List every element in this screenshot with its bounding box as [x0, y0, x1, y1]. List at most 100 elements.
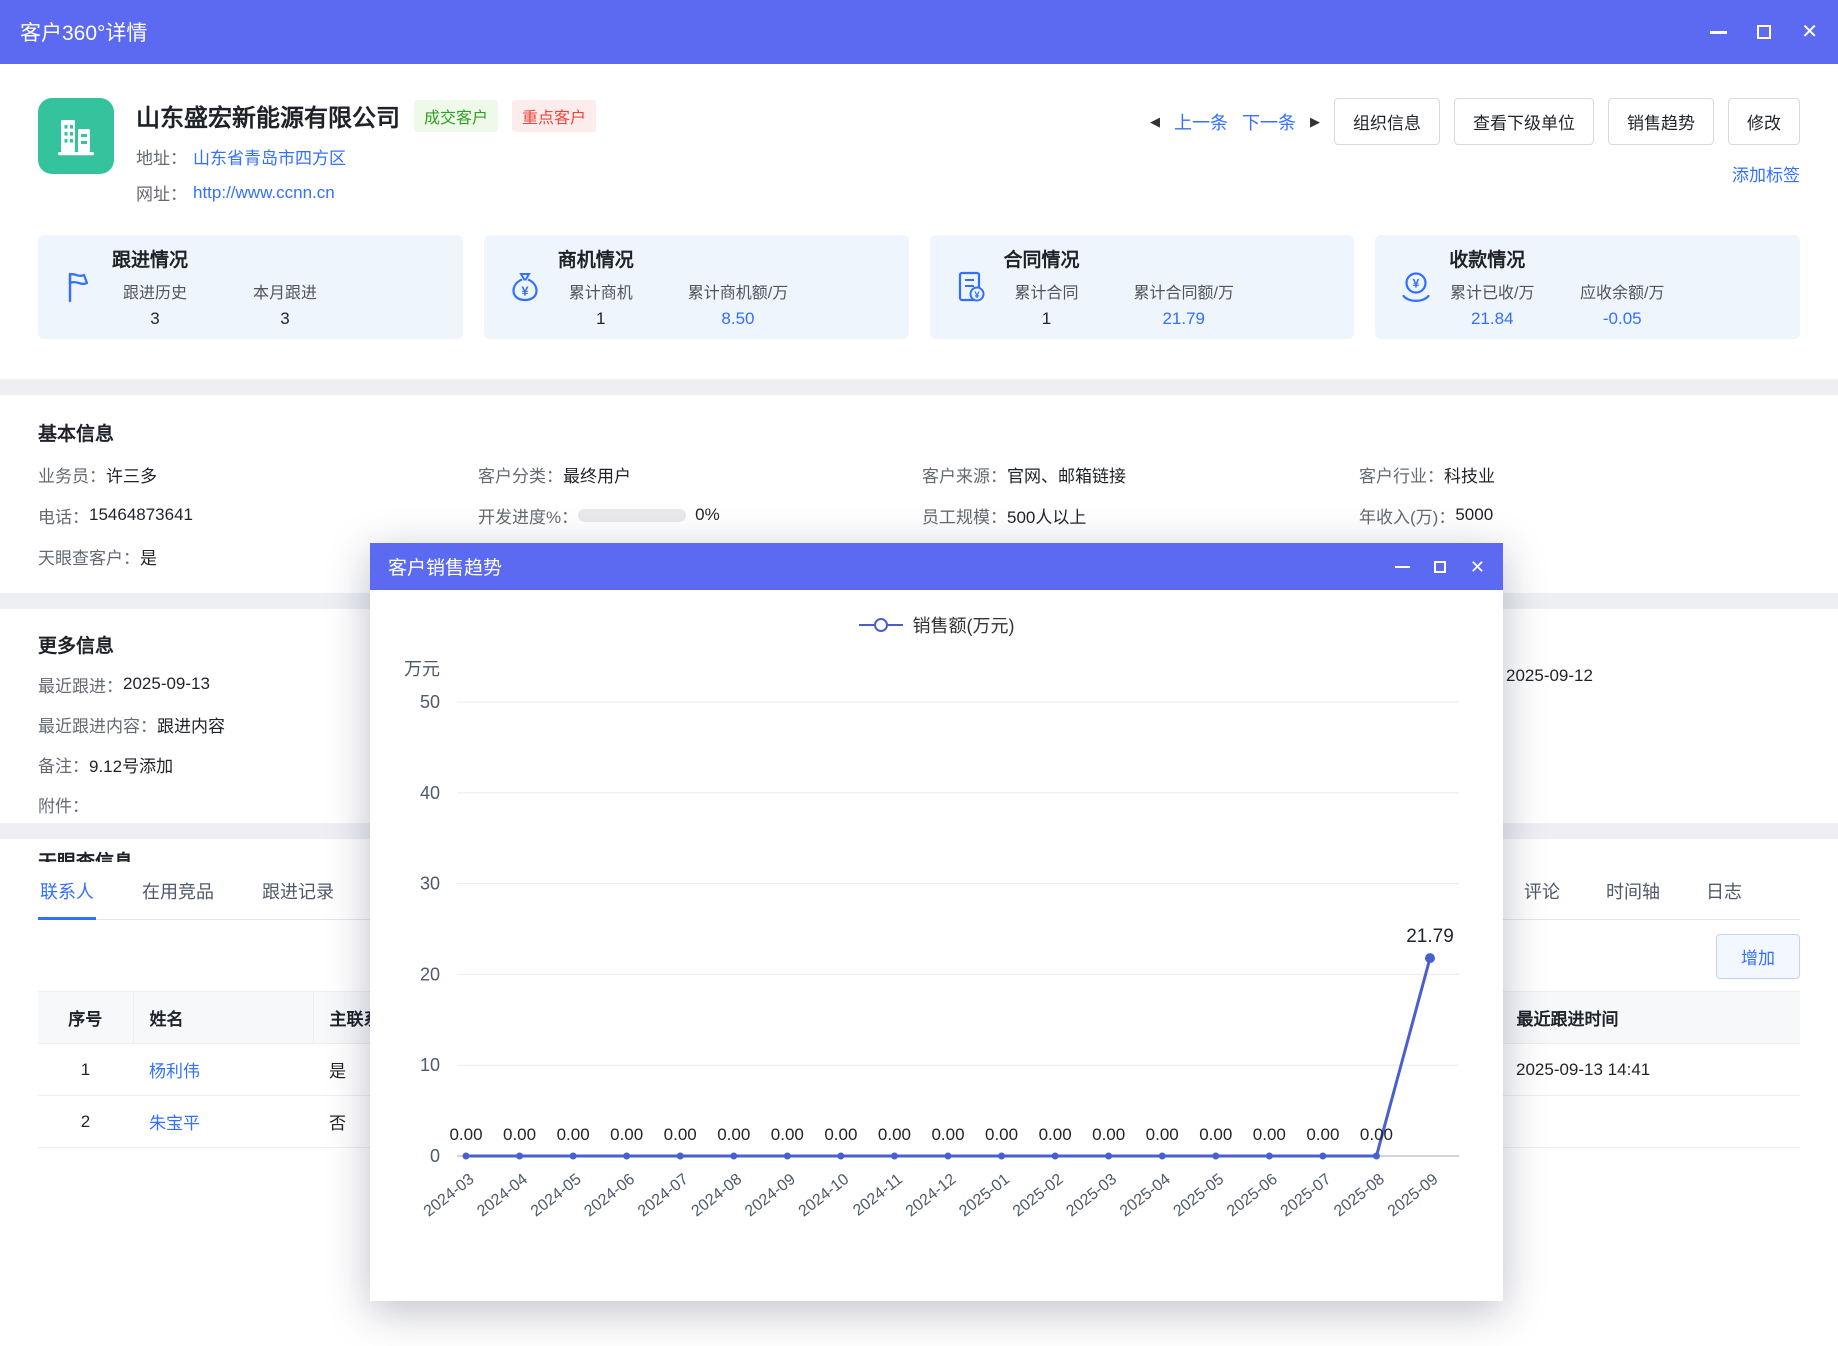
field-value: 5000	[1455, 505, 1493, 525]
svg-text:0.00: 0.00	[1306, 1125, 1339, 1144]
svg-text:2025-03: 2025-03	[1063, 1171, 1120, 1221]
svg-text:40: 40	[420, 783, 440, 803]
svg-text:0.00: 0.00	[449, 1125, 482, 1144]
field-category: 客户分类：最终用户	[478, 463, 922, 485]
stat-label: 跟进历史	[123, 279, 187, 303]
address-link[interactable]: 山东省青岛市四方区	[193, 144, 346, 169]
svg-text:2025-01: 2025-01	[956, 1171, 1013, 1221]
svg-text:21.79: 21.79	[1406, 926, 1454, 947]
cell-last-followup-time: 2025-09-13 14:41	[1500, 1044, 1800, 1096]
field-value: 官网、邮箱链接	[1007, 462, 1126, 487]
sales-trend-button[interactable]: 销售趋势	[1608, 98, 1714, 145]
svg-text:2025-06: 2025-06	[1224, 1171, 1281, 1221]
stat-label: 本月跟进	[253, 279, 317, 303]
svg-text:2025-04: 2025-04	[1117, 1171, 1174, 1221]
tab-comments[interactable]: 评论	[1522, 878, 1562, 919]
payment-stat-card: ¥ 收款情况 累计已收/万 21.84 应收余额/万 -0.05	[1375, 235, 1800, 339]
svg-text:50: 50	[420, 692, 440, 712]
field-label: 客户分类：	[478, 462, 563, 487]
contact-name-link[interactable]: 朱宝平	[149, 1114, 200, 1133]
website-link[interactable]: http://www.ccnn.cn	[193, 183, 335, 203]
field-value: 0%	[695, 505, 720, 525]
edit-button[interactable]: 修改	[1728, 98, 1800, 145]
field-value: 15464873641	[89, 505, 193, 525]
modal-maximize-icon[interactable]	[1434, 561, 1446, 573]
opportunity-stat-card: ¥ 商机情况 累计商机 1 累计商机额/万 8.50	[484, 235, 909, 339]
window-title: 客户360°详情	[20, 17, 147, 47]
org-info-button[interactable]: 组织信息	[1334, 98, 1440, 145]
col-name: 姓名	[133, 992, 313, 1044]
modal-body: 销售额(万元) 万元010203040502024-032024-042024-…	[370, 590, 1503, 1301]
field-label: 电话：	[38, 503, 89, 528]
stat-title: 商机情况	[558, 245, 788, 272]
stat-cards-row: 跟进情况 跟进历史 3 本月跟进 3 ¥	[38, 235, 1800, 339]
window-titlebar: 客户360°详情 ✕	[0, 0, 1838, 64]
contact-name-link[interactable]: 杨利伟	[149, 1062, 200, 1081]
stat-value: 1	[1042, 309, 1051, 329]
col-index: 序号	[38, 992, 133, 1044]
modal-close-icon[interactable]: ✕	[1470, 558, 1485, 576]
tabs-right-group: 录 评论 时间轴 日志	[1458, 878, 1800, 919]
svg-text:2024-04: 2024-04	[474, 1171, 531, 1221]
prev-record-link[interactable]: 上一条	[1174, 109, 1228, 135]
svg-text:0.00: 0.00	[1199, 1125, 1232, 1144]
svg-text:2024-06: 2024-06	[581, 1171, 638, 1221]
stat-item: 累计合同额/万 21.79	[1134, 279, 1234, 329]
company-header-section: 山东盛宏新能源有限公司 成交客户 重点客户 地址： 山东省青岛市四方区 网址： …	[0, 64, 1838, 379]
svg-text:0.00: 0.00	[931, 1125, 964, 1144]
add-tag-link[interactable]: 添加标签	[1732, 161, 1800, 186]
svg-text:¥: ¥	[974, 290, 980, 301]
modal-titlebar[interactable]: 客户销售趋势 ✕	[370, 543, 1503, 590]
stat-title: 跟进情况	[112, 245, 328, 272]
svg-text:2025-05: 2025-05	[1171, 1171, 1228, 1221]
svg-text:0.00: 0.00	[503, 1125, 536, 1144]
cell-index: 2	[38, 1096, 133, 1148]
building-icon	[38, 98, 114, 174]
svg-text:10: 10	[420, 1055, 440, 1075]
stat-value: 21.84	[1471, 309, 1514, 329]
svg-text:¥: ¥	[1413, 277, 1420, 291]
svg-text:0.00: 0.00	[557, 1125, 590, 1144]
svg-text:2025-07: 2025-07	[1278, 1171, 1335, 1221]
svg-text:2025-08: 2025-08	[1331, 1171, 1388, 1221]
svg-text:2024-03: 2024-03	[421, 1171, 478, 1221]
minimize-icon[interactable]	[1710, 31, 1727, 34]
svg-text:0.00: 0.00	[878, 1125, 911, 1144]
field-value: 科技业	[1444, 462, 1495, 487]
field-value: 500人以上	[1007, 503, 1086, 528]
modal-minimize-icon[interactable]	[1395, 566, 1410, 568]
field-label: 开发进度%：	[478, 503, 578, 528]
tab-timeline[interactable]: 时间轴	[1604, 878, 1662, 919]
stat-item: 累计商机 1	[558, 279, 644, 329]
close-icon[interactable]: ✕	[1801, 22, 1818, 42]
svg-text:0.00: 0.00	[1039, 1125, 1072, 1144]
svg-text:0: 0	[430, 1146, 440, 1166]
stat-label: 应收余额/万	[1580, 279, 1664, 303]
field-value: 2025-09-13	[123, 674, 210, 694]
tab-logs[interactable]: 日志	[1704, 878, 1744, 919]
svg-text:0.00: 0.00	[824, 1125, 857, 1144]
stat-value: 1	[596, 309, 605, 329]
next-record-link[interactable]: 下一条	[1242, 109, 1296, 135]
sub-units-button[interactable]: 查看下级单位	[1454, 98, 1594, 145]
stat-item: 累计商机额/万 8.50	[688, 279, 788, 329]
maximize-icon[interactable]	[1757, 25, 1771, 39]
svg-text:2024-11: 2024-11	[850, 1171, 906, 1220]
deal-status-badge: 成交客户	[414, 100, 498, 132]
next-arrow-icon[interactable]: ▶	[1310, 114, 1320, 130]
stat-item: 累计合同 1	[1004, 279, 1090, 329]
tab-competitors[interactable]: 在用竞品	[140, 878, 216, 919]
address-label: 地址：	[136, 144, 187, 169]
tab-followup-records[interactable]: 跟进记录	[260, 878, 336, 919]
right-column-date-value: 2025-09-12	[1506, 666, 1593, 686]
modal-title: 客户销售趋势	[388, 553, 502, 580]
add-contact-button[interactable]: 增加	[1716, 934, 1800, 979]
tab-contacts[interactable]: 联系人	[38, 878, 96, 919]
svg-text:¥: ¥	[521, 284, 529, 299]
prev-arrow-icon[interactable]: ◀	[1150, 114, 1160, 130]
field-label: 客户行业：	[1359, 462, 1444, 487]
svg-text:0.00: 0.00	[1253, 1125, 1286, 1144]
chart-legend[interactable]: 销售额(万元)	[370, 612, 1503, 638]
svg-text:2024-10: 2024-10	[796, 1171, 853, 1221]
field-value: 许三多	[106, 462, 157, 487]
